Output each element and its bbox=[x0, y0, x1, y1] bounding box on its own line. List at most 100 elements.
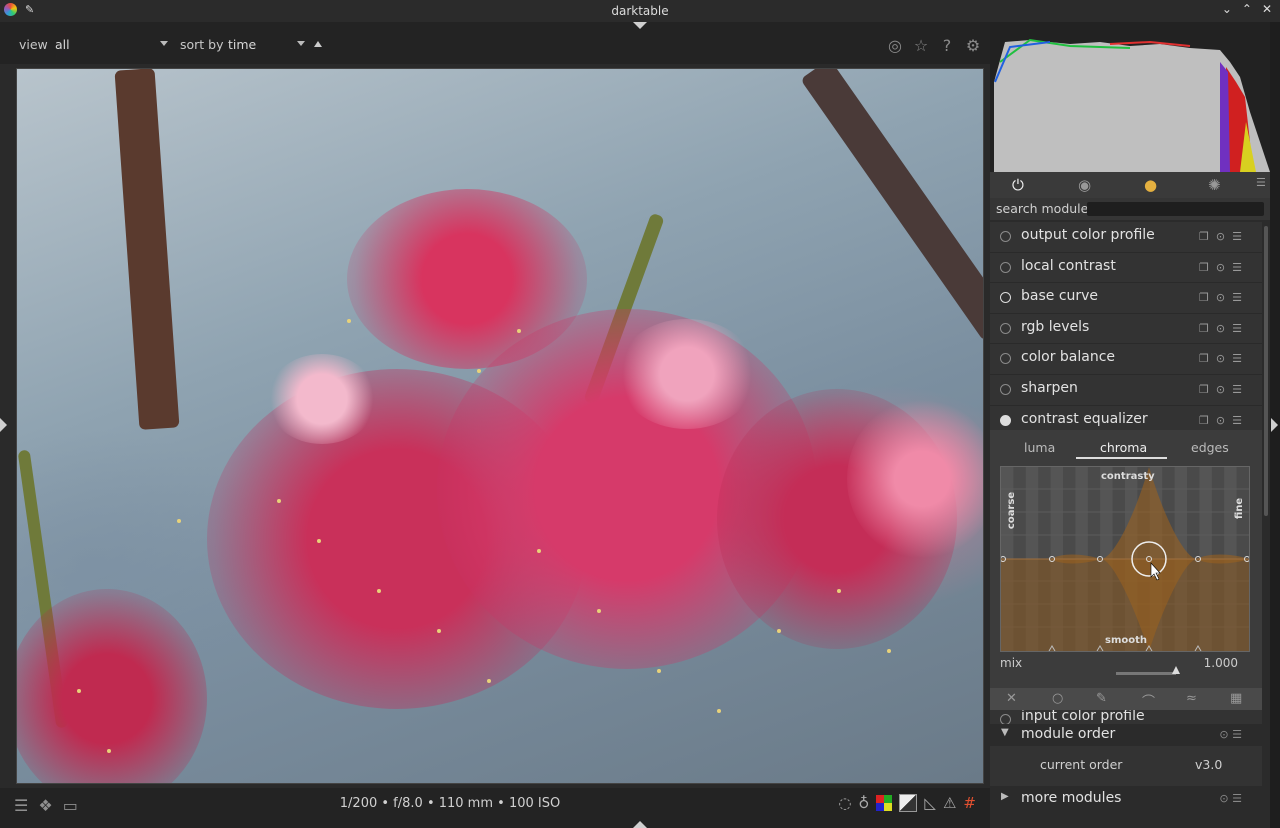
power-icon[interactable] bbox=[1000, 353, 1011, 365]
equalizer-graph[interactable]: contrasty smooth coarse fine bbox=[1000, 466, 1250, 652]
right-panel-scrollbar[interactable] bbox=[1264, 226, 1268, 516]
graph-top-label: contrasty bbox=[1101, 471, 1155, 482]
module-search: search module bbox=[990, 198, 1270, 220]
collapse-icon[interactable]: ▼ bbox=[1001, 727, 1009, 738]
mix-slider-thumb[interactable] bbox=[1172, 666, 1180, 674]
left-panel-toggle-icon[interactable] bbox=[0, 418, 7, 432]
tab-luma[interactable]: luma bbox=[1024, 440, 1055, 455]
module-base-curve[interactable]: base curve ❐ ⊙ ☰ bbox=[990, 283, 1262, 314]
maximize-icon[interactable]: ⌃ bbox=[1242, 2, 1252, 16]
equalizer-tabs: luma chroma edges bbox=[990, 430, 1262, 460]
view-label: view bbox=[19, 37, 48, 52]
app-icon bbox=[4, 3, 17, 16]
groups-menu-icon[interactable]: ☰ bbox=[1256, 176, 1266, 189]
multi-instance-icon[interactable]: ❐ bbox=[1199, 261, 1209, 274]
presets-icon[interactable]: ☰ bbox=[1232, 322, 1242, 335]
contrast-equalizer-panel: luma chroma edges contrasty smooth coars… bbox=[990, 430, 1262, 710]
sort-dropdown-icon[interactable] bbox=[297, 41, 305, 46]
histogram[interactable] bbox=[990, 22, 1270, 172]
base-group-tab-icon[interactable]: ◉ bbox=[1078, 176, 1091, 194]
multi-instance-icon[interactable]: ❐ bbox=[1199, 291, 1209, 304]
mix-slider-track[interactable] bbox=[1116, 672, 1176, 675]
parametric-mask-icon[interactable]: ⌒ bbox=[1142, 691, 1155, 710]
reset-icon[interactable]: ⊙ bbox=[1216, 352, 1225, 365]
module-output-color-profile[interactable]: output color profile ❐ ⊙ ☰ bbox=[990, 222, 1262, 253]
power-icon[interactable] bbox=[1000, 383, 1011, 395]
overexposed-icon[interactable]: ⚠ bbox=[943, 794, 956, 812]
module-order-header[interactable]: ▼ module order ⊙ ☰ bbox=[990, 724, 1262, 746]
drawn-mask-icon[interactable]: ✎ bbox=[1096, 691, 1107, 706]
focus-peaking-icon[interactable]: ◌ bbox=[838, 794, 851, 812]
module-list: output color profile ❐ ⊙ ☰ local contrast … bbox=[990, 222, 1262, 437]
more-modules-header[interactable]: ▶ more modules ⊙ ☰ bbox=[990, 786, 1262, 810]
bulb-icon[interactable]: ♁ bbox=[858, 794, 869, 812]
view-dropdown-icon[interactable] bbox=[160, 41, 168, 46]
raw-overexposed-icon[interactable]: # bbox=[963, 794, 976, 812]
module-rgb-levels[interactable]: rgb levels ❐ ⊙ ☰ bbox=[990, 313, 1262, 345]
more-modules-actions[interactable]: ⊙ ☰ bbox=[1219, 792, 1242, 805]
active-modules-tab-icon[interactable]: ⏻ bbox=[1012, 176, 1024, 194]
module-order-actions[interactable]: ⊙ ☰ bbox=[1219, 728, 1242, 741]
multi-instance-icon[interactable]: ❐ bbox=[1199, 322, 1209, 335]
sort-order-icon[interactable] bbox=[314, 41, 322, 47]
module-sharpen[interactable]: sharpen ❐ ⊙ ☰ bbox=[990, 374, 1262, 406]
photo-canvas[interactable] bbox=[16, 68, 984, 784]
color-group-tab-icon[interactable]: ● bbox=[1144, 176, 1157, 194]
top-panel-toggle-icon[interactable] bbox=[633, 22, 647, 29]
minimize-icon[interactable]: ⌄ bbox=[1222, 2, 1232, 16]
help-icon[interactable]: ? bbox=[938, 36, 956, 55]
tab-edges[interactable]: edges bbox=[1191, 440, 1229, 455]
search-input[interactable] bbox=[1087, 202, 1264, 216]
raster-mask-icon[interactable]: ▦ bbox=[1230, 691, 1242, 706]
sort-select[interactable]: time bbox=[228, 37, 256, 52]
expand-icon[interactable]: ▶ bbox=[1001, 791, 1009, 802]
presets-icon[interactable]: ☰ bbox=[1232, 383, 1242, 396]
gear-icon[interactable]: ⚙ bbox=[964, 36, 982, 55]
drawn-parametric-mask-icon[interactable]: ≈ bbox=[1186, 691, 1197, 706]
gamut-check-icon[interactable] bbox=[876, 795, 893, 811]
presets-icon[interactable]: ☰ bbox=[1232, 291, 1242, 304]
soft-proof-icon[interactable] bbox=[899, 794, 918, 812]
blend-uniform-icon[interactable]: ○ bbox=[1052, 691, 1063, 706]
presets-icon[interactable]: ☰ bbox=[1232, 230, 1242, 243]
reset-icon[interactable]: ⊙ bbox=[1216, 383, 1225, 396]
close-icon[interactable]: ✕ bbox=[1262, 2, 1272, 16]
star-icon[interactable]: ☆ bbox=[912, 36, 930, 55]
module-color-balance[interactable]: color balance ❐ ⊙ ☰ bbox=[990, 344, 1262, 375]
bottom-panel-toggle-icon[interactable] bbox=[633, 821, 647, 828]
reset-icon[interactable]: ⊙ bbox=[1216, 230, 1225, 243]
multi-instance-icon[interactable]: ❐ bbox=[1199, 230, 1209, 243]
effects-group-tab-icon[interactable]: ✺ bbox=[1208, 176, 1221, 194]
view-select[interactable]: all bbox=[55, 37, 70, 52]
module-local-contrast[interactable]: local contrast ❐ ⊙ ☰ bbox=[990, 252, 1262, 284]
blend-off-icon[interactable]: ✕ bbox=[1006, 691, 1017, 706]
power-icon[interactable] bbox=[1000, 261, 1011, 273]
multi-instance-icon[interactable]: ❐ bbox=[1199, 352, 1209, 365]
tab-chroma[interactable]: chroma bbox=[1100, 440, 1147, 455]
right-panel-toggle-icon[interactable] bbox=[1271, 418, 1278, 432]
center-view bbox=[0, 64, 990, 788]
title-bar: ✎ darktable ⌄ ⌃ ✕ bbox=[0, 0, 1280, 22]
presets-icon[interactable]: ☰ bbox=[1232, 414, 1242, 427]
multi-instance-icon[interactable]: ❐ bbox=[1199, 383, 1209, 396]
module-name: color balance bbox=[1021, 349, 1116, 366]
mix-slider[interactable]: mix 1.000 bbox=[1000, 654, 1250, 674]
reset-icon[interactable]: ⊙ bbox=[1216, 261, 1225, 274]
reset-icon[interactable]: ⊙ bbox=[1216, 414, 1225, 427]
color-picker-icon[interactable]: ◎ bbox=[886, 36, 904, 55]
power-icon[interactable] bbox=[1000, 322, 1011, 334]
presets-icon[interactable]: ☰ bbox=[1232, 261, 1242, 274]
guides-icon[interactable]: ◺ bbox=[924, 794, 936, 812]
reset-icon[interactable]: ⊙ bbox=[1216, 291, 1225, 304]
power-icon[interactable] bbox=[1000, 714, 1011, 724]
power-icon[interactable] bbox=[1000, 414, 1011, 426]
presets-icon[interactable]: ☰ bbox=[1232, 352, 1242, 365]
exif-info: 1/200 • f/8.0 • 110 mm • 100 ISO bbox=[339, 796, 561, 811]
reset-icon[interactable]: ⊙ bbox=[1216, 322, 1225, 335]
module-input-color-profile[interactable]: input color profile bbox=[990, 710, 1262, 724]
multi-instance-icon[interactable]: ❐ bbox=[1199, 414, 1209, 427]
pin-icon[interactable]: ✎ bbox=[25, 3, 34, 16]
power-icon[interactable] bbox=[1000, 292, 1011, 304]
power-icon[interactable] bbox=[1000, 231, 1011, 242]
sort-label: sort by bbox=[180, 37, 224, 52]
